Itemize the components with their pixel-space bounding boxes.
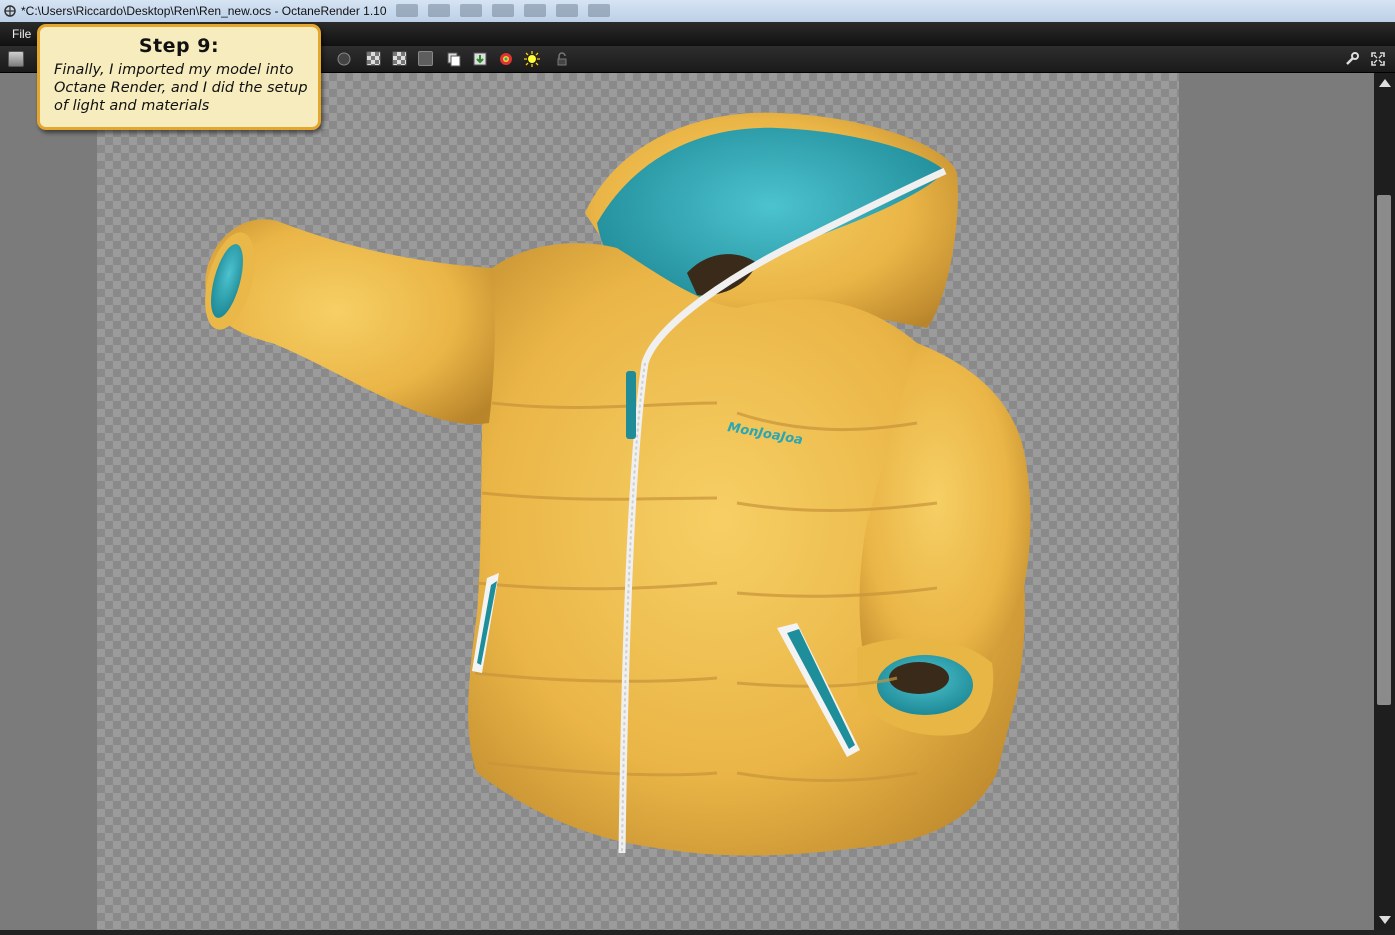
fullscreen-icon[interactable]: [1370, 51, 1386, 67]
rendered-jacket-image: MonJoaJoa: [205, 112, 1031, 856]
scroll-up-icon[interactable]: [1379, 79, 1391, 87]
render-viewport[interactable]: MonJoaJoa: [0, 73, 1374, 930]
status-bar: [0, 930, 1395, 935]
app-icon: [4, 5, 16, 17]
window-title: *C:\Users\Riccardo\Desktop\Ren\Ren_new.o…: [21, 4, 387, 18]
viewport-options-button[interactable]: [8, 51, 24, 67]
scroll-down-icon[interactable]: [1379, 916, 1391, 924]
checker-bg-button[interactable]: [392, 51, 407, 66]
light-icon[interactable]: [524, 51, 540, 67]
callout-title: Step 9:: [138, 35, 220, 57]
save-image-icon[interactable]: [472, 51, 488, 67]
vertical-scrollbar[interactable]: [1374, 73, 1395, 930]
dark-bg-button[interactable]: [418, 51, 433, 66]
lock-icon[interactable]: [554, 51, 570, 67]
title-bar: *C:\Users\Riccardo\Desktop\Ren\Ren_new.o…: [0, 0, 1395, 22]
copy-icon[interactable]: [446, 51, 462, 67]
alpha-channel-button[interactable]: [366, 51, 381, 66]
wrench-icon[interactable]: [1344, 51, 1360, 67]
background-window-toolbar: [396, 4, 610, 17]
step-callout: Step 9: Finally, I imported my model int…: [37, 24, 321, 130]
scrollbar-thumb[interactable]: [1377, 195, 1391, 705]
render-icon[interactable]: [336, 51, 352, 67]
color-picker-icon[interactable]: [498, 51, 514, 67]
render-canvas-transparent[interactable]: MonJoaJoa: [97, 73, 1179, 930]
callout-text: Finally, I imported my model into Octane…: [54, 62, 308, 114]
